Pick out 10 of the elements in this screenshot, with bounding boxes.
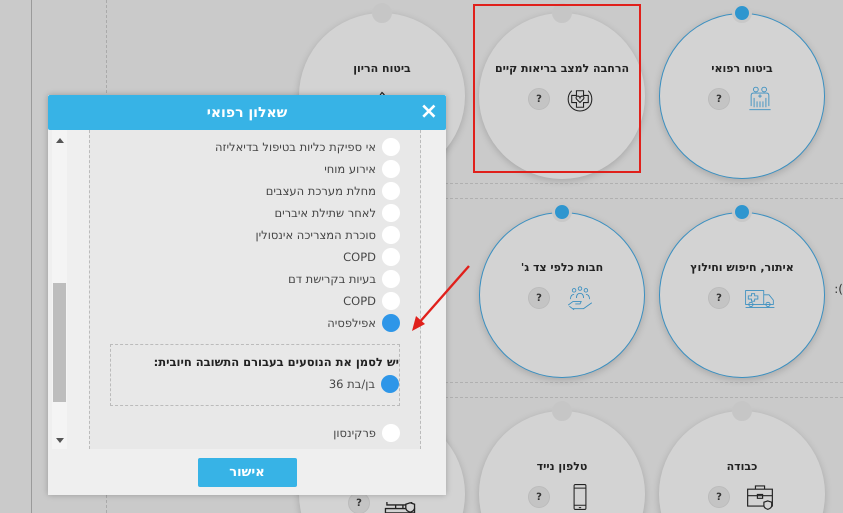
dialog-title: שאלון רפואי [206, 104, 288, 120]
card-title: חבות כלפי צד ג' [520, 261, 604, 275]
cut-text: :( [834, 282, 843, 296]
card-title: טלפון נייד [536, 460, 588, 474]
card-title: כבודה [726, 460, 758, 474]
card-title: איתור, חיפוש וחילוץ [690, 261, 794, 275]
card-title: ביטוח הריון [353, 62, 411, 76]
card-title: ביטוח רפואי [711, 62, 773, 76]
followup-prompt: יש לסמן את הנוסעים בעבורם התשובה חיובית: [152, 355, 399, 369]
card-title: הרחבה למצב בריאות קיים [494, 62, 630, 76]
